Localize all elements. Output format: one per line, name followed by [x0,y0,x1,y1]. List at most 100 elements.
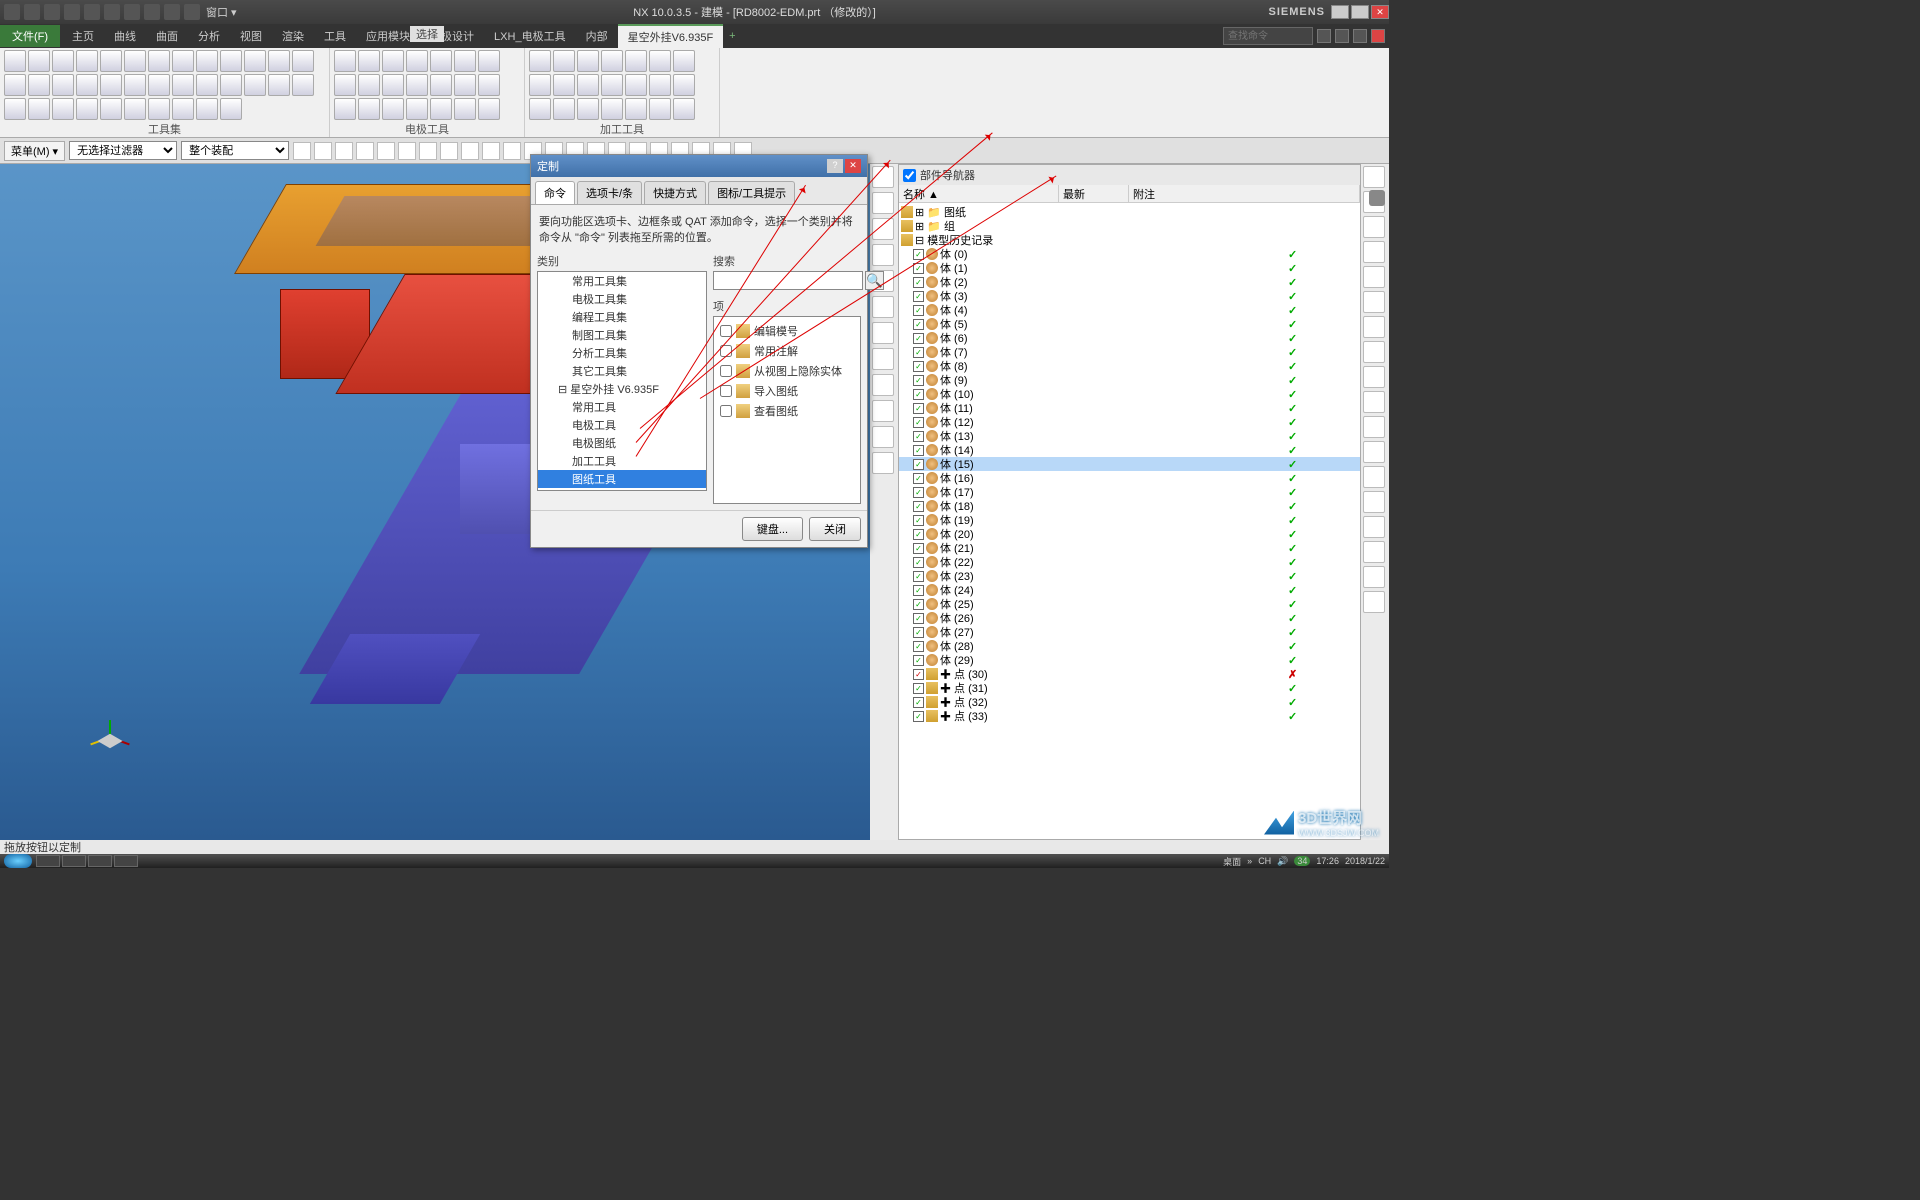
taskbar-desktop-label[interactable]: 桌面 [1223,855,1241,868]
tree-checkbox[interactable]: ✓ [913,711,924,722]
taskbar-badge[interactable]: 34 [1294,856,1310,866]
right-toolbar-icon[interactable] [1363,416,1385,438]
ribbon-tool-icon[interactable] [28,74,50,96]
ribbon-tool-icon[interactable] [382,98,404,120]
resource-bar-icon[interactable] [872,192,894,214]
add-tab-icon[interactable]: + [723,30,741,42]
tree-row[interactable]: ✓✚ 点 (30)✗ [899,667,1360,681]
item-checkbox[interactable] [720,405,732,417]
ribbon-tool-icon[interactable] [649,98,671,120]
tab-分析[interactable]: 分析 [188,25,230,47]
right-toolbar-icon[interactable] [1363,241,1385,263]
tree-row[interactable]: ✓体 (15)✓ [899,457,1360,471]
tree-checkbox[interactable]: ✓ [913,697,924,708]
ribbon-tool-icon[interactable] [268,50,290,72]
ribbon-tool-icon[interactable] [529,50,551,72]
category-item[interactable]: 电极工具集 [538,290,706,308]
tab-视图[interactable]: 视图 [230,25,272,47]
tree-checkbox[interactable]: ✓ [913,375,924,386]
maximize-button[interactable]: □ [1351,5,1369,19]
tree-row[interactable]: ✓体 (22)✓ [899,555,1360,569]
ribbon-tool-icon[interactable] [625,50,647,72]
tree-row[interactable]: ✓体 (28)✓ [899,639,1360,653]
ribbon-tool-icon[interactable] [148,50,170,72]
help-icon[interactable] [1317,29,1331,43]
ribbon-tool-icon[interactable] [649,50,671,72]
minimize-button[interactable]: _ [1331,5,1349,19]
tree-row[interactable]: ⊟ 模型历史记录 [899,233,1360,247]
category-item[interactable]: 制图工具集 [538,326,706,344]
assembly-scope-dropdown[interactable]: 整个装配 [181,141,289,160]
tree-row[interactable]: ✓体 (4)✓ [899,303,1360,317]
resource-bar-icon[interactable] [872,426,894,448]
tree-checkbox[interactable]: ✓ [913,417,924,428]
ribbon-tool-icon[interactable] [268,74,290,96]
tab-曲面[interactable]: 曲面 [146,25,188,47]
tree-row[interactable]: ✓体 (2)✓ [899,275,1360,289]
close-button[interactable]: ✕ [1371,5,1389,19]
ribbon-tool-icon[interactable] [577,98,599,120]
tree-row[interactable]: ✓体 (8)✓ [899,359,1360,373]
tree-row[interactable]: ✓体 (24)✓ [899,583,1360,597]
ribbon-tool-icon[interactable] [4,98,26,120]
category-item[interactable]: 电极工具 [538,416,706,434]
nav-col-note[interactable]: 附注 [1129,185,1360,202]
selection-tool-icon[interactable] [398,142,416,160]
ribbon-tool-icon[interactable] [430,50,452,72]
command-search-input[interactable] [1223,27,1313,45]
ribbon-tool-icon[interactable] [649,74,671,96]
ribbon-tool-icon[interactable] [358,50,380,72]
right-toolbar-icon[interactable] [1363,391,1385,413]
tree-row[interactable]: ✓体 (6)✓ [899,331,1360,345]
ribbon-tool-icon[interactable] [334,98,356,120]
category-item[interactable]: 电极图纸 [538,434,706,452]
qat-props-icon[interactable] [144,4,160,20]
tree-row[interactable]: ✓体 (16)✓ [899,471,1360,485]
right-toolbar-icon[interactable] [1363,316,1385,338]
ribbon-tool-icon[interactable] [577,50,599,72]
ribbon-tool-icon[interactable] [4,74,26,96]
dialog-tab[interactable]: 图标/工具提示 [708,181,795,204]
ribbon-tool-icon[interactable] [28,50,50,72]
resource-bar-icon[interactable] [872,322,894,344]
command-item[interactable]: 导入图纸 [718,381,856,401]
tree-checkbox[interactable]: ✓ [913,277,924,288]
tab-曲线[interactable]: 曲线 [104,25,146,47]
menu-button[interactable]: 菜单(M) ▾ [4,141,65,161]
ribbon-tool-icon[interactable] [124,98,146,120]
file-menu-button[interactable]: 文件(F) [0,25,60,47]
ribbon-tool-icon[interactable] [220,50,242,72]
ribbon-tool-icon[interactable] [244,50,266,72]
tree-checkbox[interactable]: ✓ [913,305,924,316]
ribbon-tool-icon[interactable] [124,74,146,96]
ribbon-tool-icon[interactable] [196,98,218,120]
tree-checkbox[interactable]: ✓ [913,557,924,568]
tree-checkbox[interactable]: ✓ [913,389,924,400]
right-toolbar-icon[interactable] [1363,516,1385,538]
tree-row[interactable]: ✓体 (3)✓ [899,289,1360,303]
ribbon-tool-icon[interactable] [673,74,695,96]
tree-checkbox[interactable]: ✓ [913,291,924,302]
right-toolbar-icon[interactable] [1363,541,1385,563]
tree-checkbox[interactable]: ✓ [913,501,924,512]
ribbon-tool-icon[interactable] [358,74,380,96]
right-toolbar-icon[interactable] [1363,366,1385,388]
right-toolbar-icon[interactable] [1363,466,1385,488]
item-checkbox[interactable] [720,385,732,397]
tree-row[interactable]: ✓体 (23)✓ [899,569,1360,583]
ribbon-tool-icon[interactable] [52,74,74,96]
resource-bar-icon[interactable] [872,374,894,396]
selection-tool-icon[interactable] [440,142,458,160]
right-toolbar-icon[interactable] [1363,441,1385,463]
taskbar-tray-icon[interactable]: 🔊 [1277,856,1288,867]
tree-row[interactable]: ✓✚ 点 (31)✓ [899,681,1360,695]
dialog-titlebar[interactable]: 定制 ? ✕ [531,155,867,177]
ribbon-tool-icon[interactable] [334,74,356,96]
resource-bar-icon[interactable] [872,296,894,318]
tree-checkbox[interactable]: ✓ [913,319,924,330]
category-item[interactable]: 加工工具 [538,452,706,470]
ribbon-tool-icon[interactable] [220,98,242,120]
category-item[interactable]: 编程工具集 [538,308,706,326]
selection-tool-icon[interactable] [356,142,374,160]
resource-bar-icon[interactable] [872,400,894,422]
